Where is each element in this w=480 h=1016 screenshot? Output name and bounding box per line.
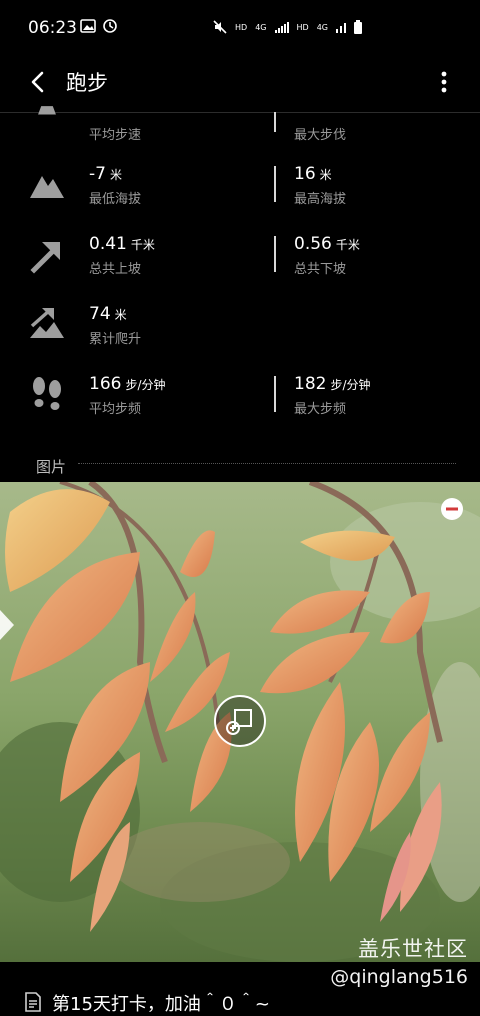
climb-icon — [30, 308, 64, 338]
stat-label-max-altitude: 最高海拔 — [294, 192, 347, 207]
status-right: HD 4G HD 4G — [213, 20, 362, 34]
sync-icon — [103, 19, 117, 33]
zoom-photo-icon[interactable] — [213, 694, 267, 748]
hd-label-1: HD — [235, 22, 248, 32]
stat-unit: 步/分钟 — [125, 378, 166, 392]
stat-divider — [274, 166, 276, 202]
stat-divider — [274, 112, 276, 132]
photo-caption: 第15天打卡，加油＾０＾~ — [52, 994, 270, 1015]
hd-label-2: HD — [296, 22, 309, 32]
stat-unit: 米 — [114, 308, 127, 322]
stat-value-total-climb: 74 — [89, 304, 111, 324]
stat-row-climb: 74 米 累计爬升 — [0, 302, 480, 372]
pictures-section-title: 图片 — [36, 458, 67, 476]
stat-unit: 米 — [319, 168, 332, 182]
stat-label-avg-cadence: 平均步频 — [89, 402, 142, 417]
stat-label-avg-pace: 平均步速 — [89, 128, 142, 143]
stat-value-total-downhill: 0.56 — [294, 234, 332, 254]
stat-divider — [274, 236, 276, 272]
stat-value-max-cadence: 182 — [294, 374, 327, 394]
stat-label-max-stride: 最大步伐 — [294, 128, 347, 143]
footsteps-icon — [33, 377, 61, 410]
stat-label-total-downhill: 总共下坡 — [294, 262, 347, 277]
previous-photo-icon[interactable] — [0, 600, 16, 650]
stat-label-max-cadence: 最大步频 — [294, 402, 347, 417]
network-label-2: 4G — [316, 22, 328, 32]
more-options-icon[interactable] — [434, 68, 454, 96]
watermark-handle: @qinglang516 — [330, 966, 468, 988]
stat-label-total-uphill: 总共上坡 — [89, 262, 142, 277]
gallery-icon — [80, 19, 96, 33]
page-title: 跑步 — [66, 71, 108, 95]
status-time: 06:23 — [28, 18, 77, 38]
stat-row-cadence: 166 步/分钟 平均步频 182 步/分钟 最大步频 — [0, 372, 480, 442]
status-bar: 06:23 HD 4G HD 4G — [0, 0, 480, 56]
battery-icon — [354, 20, 362, 34]
mountain-icon — [30, 176, 64, 198]
signal-1-icon — [274, 22, 289, 33]
network-label-1: 4G — [255, 22, 267, 32]
stat-row-altitude: -7 米 最低海拔 16 米 最高海拔 — [0, 162, 480, 232]
stat-divider — [274, 376, 276, 412]
stat-value-max-altitude: 16 — [294, 164, 316, 184]
stat-unit: 千米 — [335, 238, 360, 252]
uphill-arrow-icon — [30, 242, 60, 274]
stat-value-min-altitude: -7 — [89, 164, 106, 184]
stat-label-total-climb: 累计爬升 — [89, 332, 142, 347]
stat-value-avg-cadence: 166 — [89, 374, 122, 394]
back-icon[interactable] — [24, 68, 52, 96]
stat-unit: 米 — [109, 168, 122, 182]
signal-2-icon — [336, 23, 346, 33]
watermark-community: 盖乐世社区 — [358, 937, 468, 961]
mute-icon — [213, 20, 227, 34]
stat-unit: 千米 — [130, 238, 155, 252]
status-left-icons — [80, 18, 118, 34]
remove-photo-icon[interactable] — [440, 497, 464, 521]
stat-row-pace: 平均步速 最大步伐 — [0, 100, 480, 143]
stat-unit: 步/分钟 — [330, 378, 371, 392]
stat-row-slope: 0.41 千米 总共上坡 0.56 千米 总共下坡 — [0, 232, 480, 302]
stat-label-min-altitude: 最低海拔 — [89, 192, 142, 207]
section-divider — [78, 463, 456, 464]
note-icon — [25, 992, 41, 1012]
stat-value-total-uphill: 0.41 — [89, 234, 127, 254]
pace-icon — [38, 106, 56, 115]
